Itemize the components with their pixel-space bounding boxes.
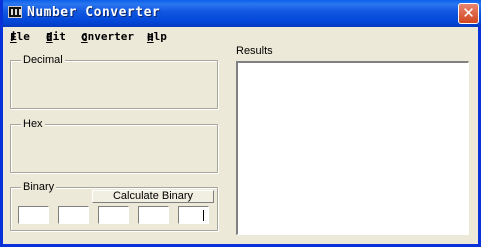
results-textarea[interactable] [236,61,469,235]
binary-group-label: Binary [21,180,57,194]
hex-group-label: Hex [21,117,45,131]
binary-field-4[interactable] [138,206,169,224]
app-icon[interactable] [8,6,22,18]
hex-group: Hex [10,117,218,173]
decimal-group: Decimal [10,53,218,109]
text-caret [203,210,204,221]
decimal-group-label: Decimal [21,53,65,67]
window-title: Number Converter [27,5,161,20]
binary-field-2[interactable] [58,206,89,224]
close-icon[interactable]: ✕ [458,3,479,24]
binary-field-3[interactable] [98,206,129,224]
menu-edit[interactable]: Edit [46,30,66,44]
menu-converter[interactable]: Converter [81,30,134,44]
menu-file[interactable]: File [10,30,30,44]
calculate-binary-button[interactable]: Calculate Binary [92,190,214,203]
results-label: Results [236,45,273,57]
title-bar[interactable]: Number Converter ✕ [3,0,481,27]
binary-field-1[interactable] [18,206,49,224]
binary-field-5[interactable] [178,206,209,224]
app-window: Number Converter ✕ File Edit Converter H… [0,0,481,247]
menu-bar: File Edit Converter Help [6,29,481,45]
menu-help[interactable]: Help [147,30,167,44]
